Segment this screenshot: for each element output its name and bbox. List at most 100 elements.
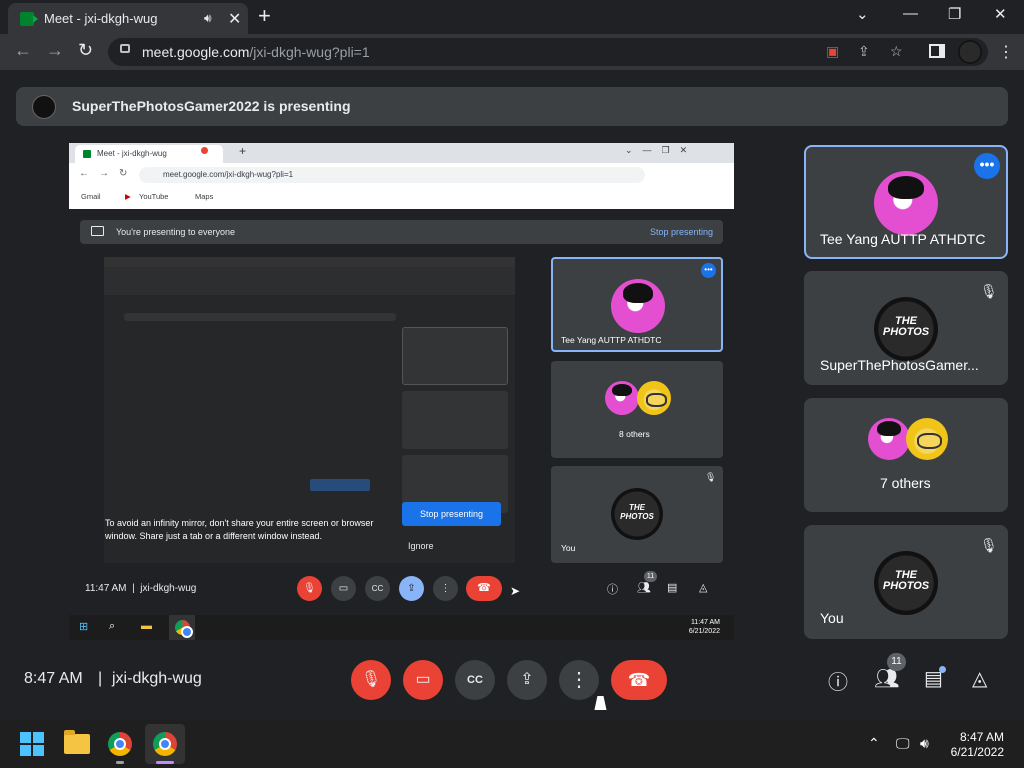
shared-folder-icon: ▬ (141, 620, 152, 632)
shared-stop-presenting-button: Stop presenting (402, 502, 501, 526)
system-time: 8:47 AM (959, 730, 1004, 744)
tab-search-button[interactable]: ⌄ (856, 5, 869, 23)
present-now-button[interactable]: ⇪ (507, 660, 547, 700)
meeting-details-icon[interactable]: ⓘ (828, 666, 848, 695)
new-tab-button[interactable]: + (258, 3, 271, 29)
camera-off-button[interactable]: ▭ (403, 660, 443, 700)
windows-taskbar: ⌃ 🖵︎ 🔊︎ 8:47 AM 6/21/2022 (0, 720, 1024, 768)
volume-icon[interactable]: 🔊︎ (920, 735, 929, 752)
shared-chat-icon: ▤ (667, 582, 678, 594)
windows-start-icon[interactable] (20, 732, 44, 756)
shared-tab-strip: Meet - jxi-dkgh-wug + ⌄ — ❐ ✕ (69, 143, 734, 163)
mic-off-icon: 🎙︎ (980, 283, 998, 299)
shared-windows-icon: ⊞ (79, 621, 89, 633)
pink-avatar-icon (611, 279, 665, 333)
meeting-code: jxi-dkgh-wug (112, 670, 202, 687)
reload-icon[interactable]: ↻ (78, 40, 93, 61)
mirror-stop-button (310, 479, 370, 491)
mouse-cursor-icon (594, 696, 610, 710)
shared-present-icon: ⇪ (399, 576, 424, 601)
shared-tray-date: 6/21/2022 (688, 628, 720, 635)
speaker-icon[interactable]: 🔊︎ (204, 11, 212, 26)
shared-address-bar: meet.google.com/jxi-dkgh-wug?pli=1 (139, 167, 645, 183)
yellow-avatar-icon (637, 381, 671, 415)
system-date: 6/21/2022 (950, 745, 1004, 759)
shared-activities-icon: ◬ (699, 582, 708, 594)
shared-toolbar: ← → ↻ meet.google.com/jxi-dkgh-wug?pli=1… (69, 163, 734, 209)
more-options-icon[interactable]: ••• (974, 153, 1000, 179)
more-options-button[interactable]: ⋮ (559, 660, 599, 700)
tab-strip: Meet - jxi-dkgh-wug 🔊︎ ✕ + ⌄ — ❐ ✕ (0, 0, 1024, 34)
taskbar-open-indicator (116, 761, 124, 764)
lock-icon[interactable] (120, 44, 130, 53)
participant-tile-you[interactable]: THE PHOTOS 🎙︎ You (804, 525, 1008, 639)
shared-mic-off-icon: 🎙︎ (297, 576, 322, 601)
captions-button[interactable]: CC (455, 660, 495, 700)
avatar-text: PHOTOS (882, 326, 930, 338)
forward-icon[interactable]: → (46, 40, 64, 61)
the-photos-avatar-icon: THE PHOTOS (611, 488, 663, 540)
shared-tile-tee-yang: ••• Tee Yang AUTTP ATHDTC (551, 257, 723, 352)
network-icon[interactable]: 🖵︎ (896, 735, 910, 752)
pink-avatar-icon (605, 381, 639, 415)
side-panel-icon[interactable] (929, 44, 945, 58)
shared-people-badge: 11 (644, 571, 657, 582)
mic-off-icon: 🎙︎ (980, 537, 998, 553)
system-clock[interactable]: 8:47 AM 6/21/2022 (951, 730, 1004, 760)
participant-name: 7 others (880, 475, 931, 491)
minimize-button[interactable]: — (903, 5, 918, 22)
shared-tile-you: THE PHOTOS 🎙︎ You (551, 466, 723, 563)
shared-search-icon: ⌕ (109, 620, 116, 632)
participant-tile-others[interactable]: 7 others (804, 398, 1008, 512)
chat-notification-dot (939, 666, 946, 673)
mirror-banner (124, 313, 396, 321)
people-count-badge: 11 (887, 653, 906, 671)
restore-button[interactable]: ❐ (948, 5, 961, 23)
chrome-profile-icon[interactable] (108, 732, 132, 756)
leave-call-button[interactable]: ☎︎ (611, 660, 667, 700)
bookmark-star-icon[interactable]: ☆ (890, 43, 903, 60)
shared-back-icon: ← (79, 168, 89, 179)
window-controls-icon: ⌄ — ❐ ✕ (625, 145, 688, 155)
participant-tile-tee-yang[interactable]: ••• Tee Yang AUTTP ATHDTC (804, 145, 1008, 259)
url-text: meet.google.com/jxi-dkgh-wug?pli=1 (142, 44, 370, 60)
share-icon[interactable]: ⇪ (858, 43, 870, 60)
mic-off-button[interactable]: 🎙︎ (351, 660, 391, 700)
presenter-avatar (32, 95, 56, 119)
the-photos-avatar-icon: THE PHOTOS (874, 297, 938, 361)
profile-avatar-icon[interactable] (958, 40, 982, 64)
url-host: meet.google.com (142, 44, 250, 60)
shared-forward-icon: → (99, 168, 109, 179)
shared-tile-name: You (561, 543, 576, 553)
shared-captions-icon: CC (365, 576, 390, 601)
show-hidden-icons-icon[interactable]: ⌃ (868, 735, 880, 752)
pink-avatar-icon (874, 171, 938, 235)
camera-blocked-icon[interactable]: ▣ (826, 43, 839, 60)
file-explorer-icon[interactable] (64, 730, 90, 754)
presenting-banner: SuperThePhotosGamer2022 is presenting (16, 87, 1008, 126)
shared-tray: 11:47 AM 6/21/2022 (689, 618, 720, 636)
shared-info-icon: ⓘ (607, 584, 618, 596)
participant-name: SuperThePhotosGamer... (820, 357, 979, 373)
browser-menu-icon[interactable]: ⋮ (998, 42, 1014, 62)
shared-time: 11:47 AM (85, 583, 127, 594)
shared-people-icon: 👥︎ (637, 582, 651, 594)
present-screen-icon (91, 226, 104, 236)
back-icon[interactable]: ← (14, 40, 32, 61)
shared-tray-time: 11:47 AM (690, 619, 720, 626)
shared-camera-icon: ▭ (331, 576, 356, 601)
shared-presenting-banner: You're presenting to everyone Stop prese… (80, 220, 723, 244)
shared-chrome-icon (175, 620, 193, 638)
new-tab-icon: + (239, 144, 247, 158)
close-window-button[interactable]: ✕ (994, 5, 1007, 23)
activities-icon[interactable]: ◬ (972, 666, 987, 691)
shared-code: jxi-dkgh-wug (140, 583, 197, 594)
bookmark-gmail: Gmail (81, 192, 101, 201)
chrome-icon[interactable] (153, 732, 177, 756)
mirror-tile (402, 327, 508, 385)
address-bar[interactable]: meet.google.com/jxi-dkgh-wug?pli=1 ▣ ⇪ ☆ (108, 38, 988, 66)
browser-tab[interactable]: Meet - jxi-dkgh-wug 🔊︎ ✕ (8, 3, 248, 34)
participant-tile-superthephotos[interactable]: THE PHOTOS 🎙︎ SuperThePhotosGamer... (804, 271, 1008, 385)
tab-close-icon[interactable]: ✕ (228, 9, 241, 29)
the-photos-avatar-icon: THE PHOTOS (874, 551, 938, 615)
